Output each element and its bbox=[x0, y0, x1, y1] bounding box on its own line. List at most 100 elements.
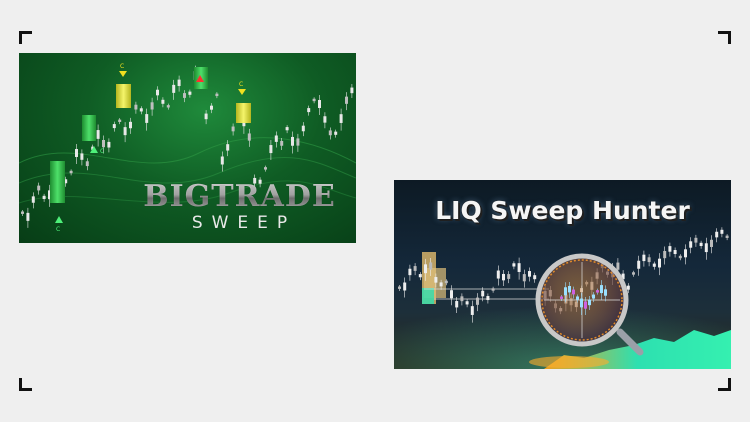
candle-body bbox=[123, 127, 127, 136]
candle-body bbox=[69, 170, 73, 174]
candle-body bbox=[301, 125, 305, 132]
candle-body bbox=[507, 274, 511, 279]
candle-body bbox=[323, 116, 327, 123]
candle-body bbox=[37, 185, 41, 191]
candle-body bbox=[350, 87, 354, 94]
candle-body bbox=[312, 98, 316, 102]
highlight-yellow-candle bbox=[236, 103, 251, 123]
candle-body bbox=[434, 277, 438, 283]
candle-body bbox=[455, 301, 459, 308]
candle-body bbox=[715, 231, 719, 238]
candle-body bbox=[220, 156, 224, 165]
marker-label: C bbox=[100, 148, 104, 155]
candle-body bbox=[269, 145, 273, 154]
candle-body bbox=[226, 144, 230, 151]
candle-body bbox=[673, 250, 677, 255]
candle-body bbox=[486, 296, 490, 301]
candle-body bbox=[694, 237, 698, 243]
candle-body bbox=[166, 105, 170, 108]
candle-body bbox=[517, 263, 521, 272]
candle-body bbox=[112, 124, 116, 129]
candle-body bbox=[684, 249, 687, 258]
card-subtitle: SWEEP bbox=[191, 213, 297, 233]
candle-body bbox=[403, 282, 407, 291]
candle-body bbox=[334, 131, 338, 135]
candle-body bbox=[576, 296, 579, 300]
candle-body bbox=[596, 290, 599, 293]
candle-body bbox=[668, 246, 672, 252]
candle-body bbox=[616, 262, 620, 270]
candle-body bbox=[720, 229, 724, 234]
candle-body bbox=[476, 297, 479, 305]
candle-body bbox=[26, 212, 30, 221]
candle-body bbox=[145, 114, 149, 123]
candle-body bbox=[725, 235, 729, 239]
candle-body bbox=[600, 285, 603, 294]
candle-body bbox=[632, 272, 635, 275]
candle-body bbox=[398, 286, 401, 289]
candle-body bbox=[408, 268, 412, 276]
sweep-marker-icon bbox=[238, 89, 246, 95]
candle-body bbox=[296, 138, 300, 146]
candle-body bbox=[21, 211, 24, 214]
candle-body bbox=[172, 84, 176, 93]
candle-body bbox=[424, 264, 427, 274]
candle-body bbox=[699, 242, 703, 247]
candle-body bbox=[470, 306, 474, 315]
corner-bracket-top-left bbox=[19, 31, 32, 44]
corner-bracket-top-right bbox=[718, 31, 731, 44]
candle-body bbox=[439, 282, 443, 287]
candle-body bbox=[481, 290, 485, 297]
candle-body bbox=[678, 255, 682, 259]
candle-body bbox=[568, 286, 571, 293]
candle-body bbox=[307, 108, 311, 113]
candle-body bbox=[604, 289, 607, 296]
candle-body bbox=[626, 285, 630, 290]
candle-body bbox=[85, 161, 89, 167]
bigtrade-sweep-thumbnail[interactable]: C C C C BIGTRADE SWEEP bbox=[19, 53, 356, 243]
candle-body bbox=[75, 148, 78, 157]
candle-body bbox=[345, 96, 348, 104]
highlight-green-candle bbox=[82, 115, 96, 141]
candle-body bbox=[150, 102, 154, 110]
corner-bracket-bottom-left bbox=[19, 378, 32, 391]
card-title: LIQ Sweep Hunter bbox=[435, 196, 690, 225]
candle-body bbox=[465, 301, 469, 305]
candle-body bbox=[710, 239, 713, 247]
candle-body bbox=[533, 275, 537, 280]
corner-bracket-bottom-right bbox=[718, 378, 731, 391]
candle-body bbox=[210, 105, 213, 110]
candle-body bbox=[339, 114, 343, 123]
candle-body bbox=[188, 91, 192, 95]
candle-body bbox=[129, 121, 132, 129]
candle-body bbox=[642, 254, 646, 262]
liq-sweep-hunter-thumbnail[interactable]: LIQ Sweep Hunter bbox=[394, 180, 731, 369]
candle-body bbox=[496, 270, 500, 279]
candle-body bbox=[139, 108, 143, 112]
candle-body bbox=[704, 243, 708, 253]
marker-label: C bbox=[56, 226, 60, 233]
candle-body bbox=[42, 195, 46, 200]
marker-label: C bbox=[239, 81, 243, 88]
candle-body bbox=[663, 250, 667, 259]
candle-body bbox=[80, 153, 84, 160]
candle-body bbox=[161, 99, 165, 104]
candle-body bbox=[592, 294, 595, 299]
candle-body bbox=[413, 266, 417, 271]
candle-body bbox=[280, 140, 284, 146]
candle-body bbox=[572, 289, 575, 295]
candle-body bbox=[204, 113, 208, 120]
candle-body bbox=[637, 260, 641, 269]
candle-body bbox=[502, 273, 505, 281]
candle-body bbox=[102, 139, 105, 148]
candle-body bbox=[318, 100, 321, 109]
card-title: BIGTRADE bbox=[127, 179, 352, 214]
candle-body bbox=[96, 130, 100, 139]
sweep-marker-icon bbox=[55, 216, 63, 223]
candle-body bbox=[588, 299, 591, 306]
candle-body bbox=[450, 290, 453, 299]
highlight-yellow-candle bbox=[116, 84, 131, 108]
candle-body bbox=[652, 263, 656, 267]
candle-body bbox=[689, 241, 693, 248]
candle-body bbox=[177, 79, 181, 87]
